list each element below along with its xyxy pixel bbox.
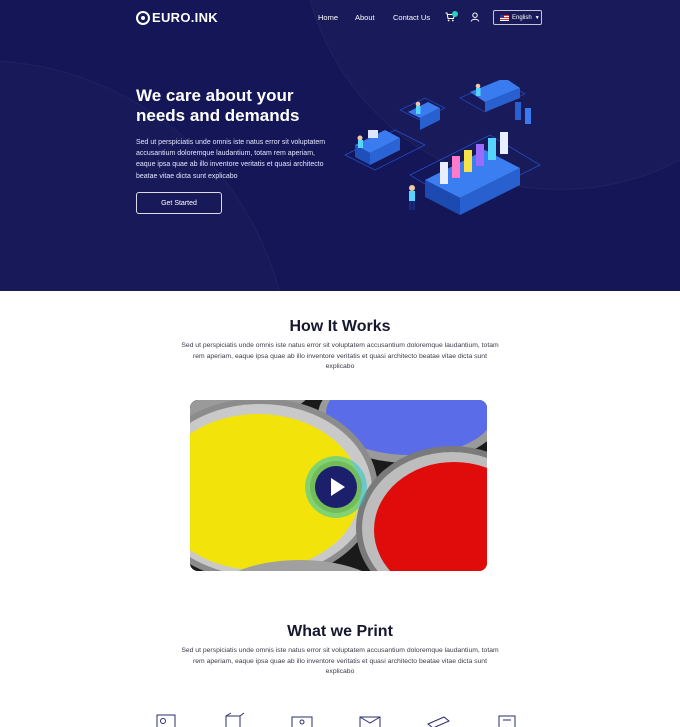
how-it-works-title: How It Works [289,318,391,335]
brand-logo[interactable]: EURO.INK [136,10,218,25]
user-icon[interactable] [470,12,480,22]
printed-box-icon[interactable] [222,712,246,727]
printed-banner-icon[interactable] [290,712,314,727]
nav-link-home[interactable]: Home [318,13,338,22]
chevron-down-icon: ▼ [534,14,540,21]
language-selector[interactable]: English ▼ [493,10,542,25]
how-it-works-description: Sed ut perspiciatis unde omnis iste natu… [181,342,499,371]
play-button[interactable] [305,456,367,518]
us-flag-icon [500,14,509,21]
cart-badge [452,11,458,17]
printed-envelope-icon[interactable] [358,712,382,727]
print-categories [150,712,530,727]
brand-name: EURO.INK [152,10,218,25]
what-we-print-title: What we Print [287,623,393,640]
printed-folder-icon[interactable] [494,712,518,727]
nav-link-contact[interactable]: Contact Us [393,13,430,22]
top-navigation: EURO.INK Home About Contact Us English ▼ [0,0,680,36]
printed-card-icon[interactable] [154,712,178,727]
hero-section: EURO.INK Home About Contact Us English ▼… [0,0,680,291]
printing-factory-illustration [344,80,541,215]
language-label: English [512,14,532,21]
what-we-print-description: Sed ut perspiciatis unde omnis iste natu… [181,647,499,676]
printed-paper-icon[interactable] [426,712,450,727]
hero-description: Sed ut perspiciatis unde omnis iste natu… [136,139,326,180]
get-started-button[interactable]: Get Started [136,192,222,214]
hero-title: We care about your needs and demands [136,86,300,125]
logo-icon [136,10,150,25]
nav-link-about[interactable]: About [355,13,375,22]
